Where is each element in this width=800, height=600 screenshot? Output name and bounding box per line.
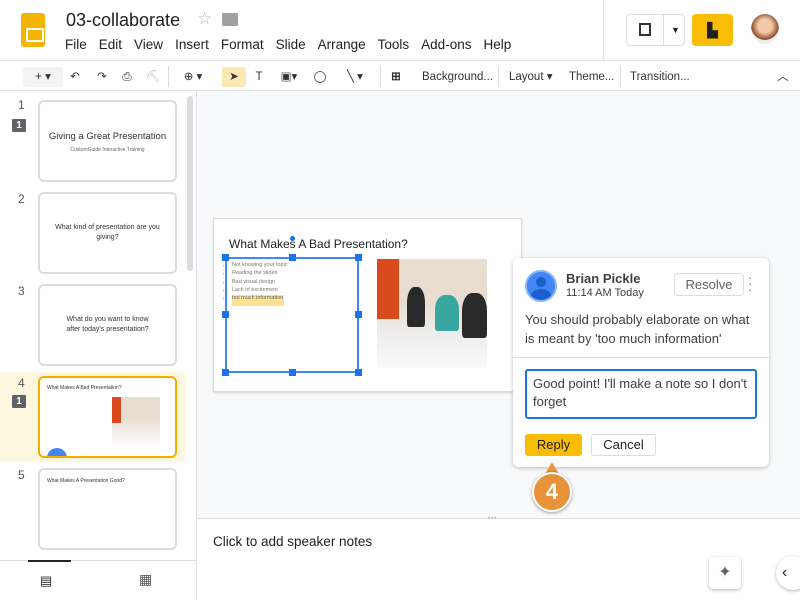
slide-thumbnail-5[interactable]: What Makes A Presentation Good?	[38, 468, 177, 550]
speaker-notes-placeholder[interactable]: Click to add speaker notes	[213, 534, 372, 549]
slide-thumbnail-2[interactable]: What kind of presentation are you giving…	[38, 192, 177, 274]
filmstrip: 1 1 Giving a Great Presentation CustomGu…	[0, 92, 197, 600]
comment-card: Brian Pickle 11:14 AM Today Resolve · · · …	[513, 258, 769, 467]
explore-icon[interactable]: ✦	[709, 557, 741, 589]
resize-handle[interactable]: •••	[488, 516, 497, 522]
menu-addons[interactable]: Add-ons	[421, 37, 471, 52]
header: 03-collaborate ☆ File Edit View Insert F…	[0, 0, 800, 60]
comment-text: You should probably elaborate on what is…	[525, 312, 750, 346]
slides-logo-icon[interactable]	[21, 13, 45, 47]
comment-count-icon: 1	[12, 119, 26, 132]
plus-icon: + ▾	[35, 71, 51, 83]
menu-slide[interactable]: Slide	[276, 37, 306, 52]
bullet-item-highlighted: too much information	[232, 294, 288, 307]
document-title[interactable]: 03-collaborate	[66, 10, 180, 31]
star-icon[interactable]: ☆	[197, 9, 212, 29]
present-button[interactable]: ▼	[626, 14, 685, 46]
image-icon[interactable]: ▣▾	[274, 67, 304, 87]
present-icon	[639, 23, 651, 36]
grid-view-icon[interactable]: ▦	[139, 571, 152, 588]
comment-avatar-icon	[47, 448, 67, 456]
slide-number: 3	[18, 284, 25, 298]
more-options-icon[interactable]: · · ·	[747, 271, 753, 296]
slide-number: 2	[18, 192, 25, 206]
menu-bar: File Edit View Insert Format Slide Arran…	[65, 37, 511, 52]
toolbar: + ▾ ↶ ↷ ⎙ ⛏ ⊕ ▾ ➤ T ▣▾ ◯ ╲ ▾ ⊞ Backgroun…	[0, 60, 800, 91]
thumb-title: What Makes A Presentation Good?	[47, 478, 125, 484]
line-icon[interactable]: ╲ ▾	[337, 67, 373, 87]
reply-button[interactable]: Reply	[525, 434, 582, 456]
divider	[603, 0, 604, 60]
highlighted-text: too much information	[232, 295, 285, 307]
divider	[513, 357, 769, 358]
layout-label: Layout	[509, 71, 544, 83]
menu-format[interactable]: Format	[221, 37, 264, 52]
bullet-item: Not knowing your topic	[232, 261, 288, 269]
side-panel-chevron-icon[interactable]: ‹	[776, 556, 800, 590]
thumb-title: Giving a Great Presentation	[48, 131, 167, 142]
reply-input[interactable]: Good point! I'll make a note so I don't …	[525, 369, 757, 419]
transition-button[interactable]: Transition...	[630, 67, 690, 87]
filmstrip-view-bar: ▤ ▦	[0, 560, 196, 600]
audience-photo[interactable]	[377, 259, 487, 368]
current-slide[interactable]: What Makes A Bad Presentation? Not knowi…	[213, 218, 522, 392]
comment-author: Brian Pickle	[566, 271, 641, 286]
thumb-title: What kind of presentation are you giving…	[55, 224, 160, 241]
slide-title[interactable]: What Makes A Bad Presentation?	[229, 237, 408, 251]
filmstrip-view-icon[interactable]: ▤	[40, 573, 52, 589]
print-icon[interactable]: ⎙	[118, 67, 136, 87]
menu-edit[interactable]: Edit	[99, 37, 122, 52]
new-slide-button[interactable]: + ▾	[23, 67, 63, 87]
bullet-list[interactable]: Not knowing your topic Reading the slide…	[232, 261, 288, 307]
present-dropdown-icon[interactable]: ▼	[671, 25, 680, 35]
resolve-button[interactable]: Resolve	[674, 273, 744, 296]
commenter-avatar	[525, 270, 557, 302]
thumb-title: What do you want to know after today's p…	[66, 316, 149, 333]
bullet-item: Reading the slides	[232, 269, 288, 277]
collapse-chevron-icon[interactable]: ︿	[774, 67, 792, 87]
menu-file[interactable]: File	[65, 37, 87, 52]
menu-help[interactable]: Help	[483, 37, 511, 52]
filmstrip-scrollbar[interactable]	[187, 96, 193, 271]
bullet-item: Bad visual design	[232, 278, 288, 286]
speaker-notes[interactable]: ••• Click to add speaker notes ✦ ‹	[198, 516, 800, 600]
share-lock-icon: ▙	[707, 22, 718, 38]
share-button[interactable]: ▙	[692, 14, 733, 46]
select-cursor-icon[interactable]: ➤	[222, 67, 246, 87]
paint-format-icon[interactable]: ⛏	[144, 67, 162, 87]
menu-insert[interactable]: Insert	[175, 37, 209, 52]
thumb-subtitle: CustomGuide Interactive Training	[70, 147, 145, 153]
comment-time: 11:14 AM Today	[566, 287, 644, 299]
add-comment-icon[interactable]: ⊞	[387, 67, 405, 87]
rotate-handle[interactable]	[290, 236, 295, 241]
background-button[interactable]: Background...	[422, 67, 493, 87]
theme-button[interactable]: Theme...	[569, 67, 614, 87]
folder-icon[interactable]	[222, 13, 238, 26]
slide-number: 5	[18, 468, 25, 482]
layout-button[interactable]: Layout ▾	[509, 67, 553, 87]
thumb-photo	[112, 397, 160, 445]
step-badge: 4	[532, 472, 572, 512]
curtain	[377, 259, 399, 319]
textbox-icon[interactable]: T	[250, 67, 268, 87]
slide-thumbnail-4[interactable]: What Makes A Bad Presentation?	[38, 376, 177, 458]
user-avatar[interactable]	[751, 14, 779, 44]
cancel-button[interactable]: Cancel	[591, 434, 656, 456]
slide-number: 4	[18, 376, 25, 390]
comment-count-icon: 1	[12, 395, 26, 408]
slide-number: 1	[18, 98, 25, 112]
shape-icon[interactable]: ◯	[310, 67, 330, 87]
thumb-title: What Makes A Bad Presentation?	[47, 385, 122, 391]
zoom-icon[interactable]: ⊕ ▾	[176, 67, 210, 87]
redo-icon[interactable]: ↷	[93, 67, 111, 87]
undo-icon[interactable]: ↶	[66, 67, 84, 87]
slide-thumbnail-1[interactable]: Giving a Great Presentation CustomGuide …	[38, 100, 177, 182]
bullet-item: Lack of excitement	[232, 286, 288, 294]
menu-tools[interactable]: Tools	[378, 37, 410, 52]
slide-thumbnail-3[interactable]: What do you want to know after today's p…	[38, 284, 177, 366]
menu-view[interactable]: View	[134, 37, 163, 52]
divider	[663, 15, 664, 45]
menu-arrange[interactable]: Arrange	[318, 37, 366, 52]
